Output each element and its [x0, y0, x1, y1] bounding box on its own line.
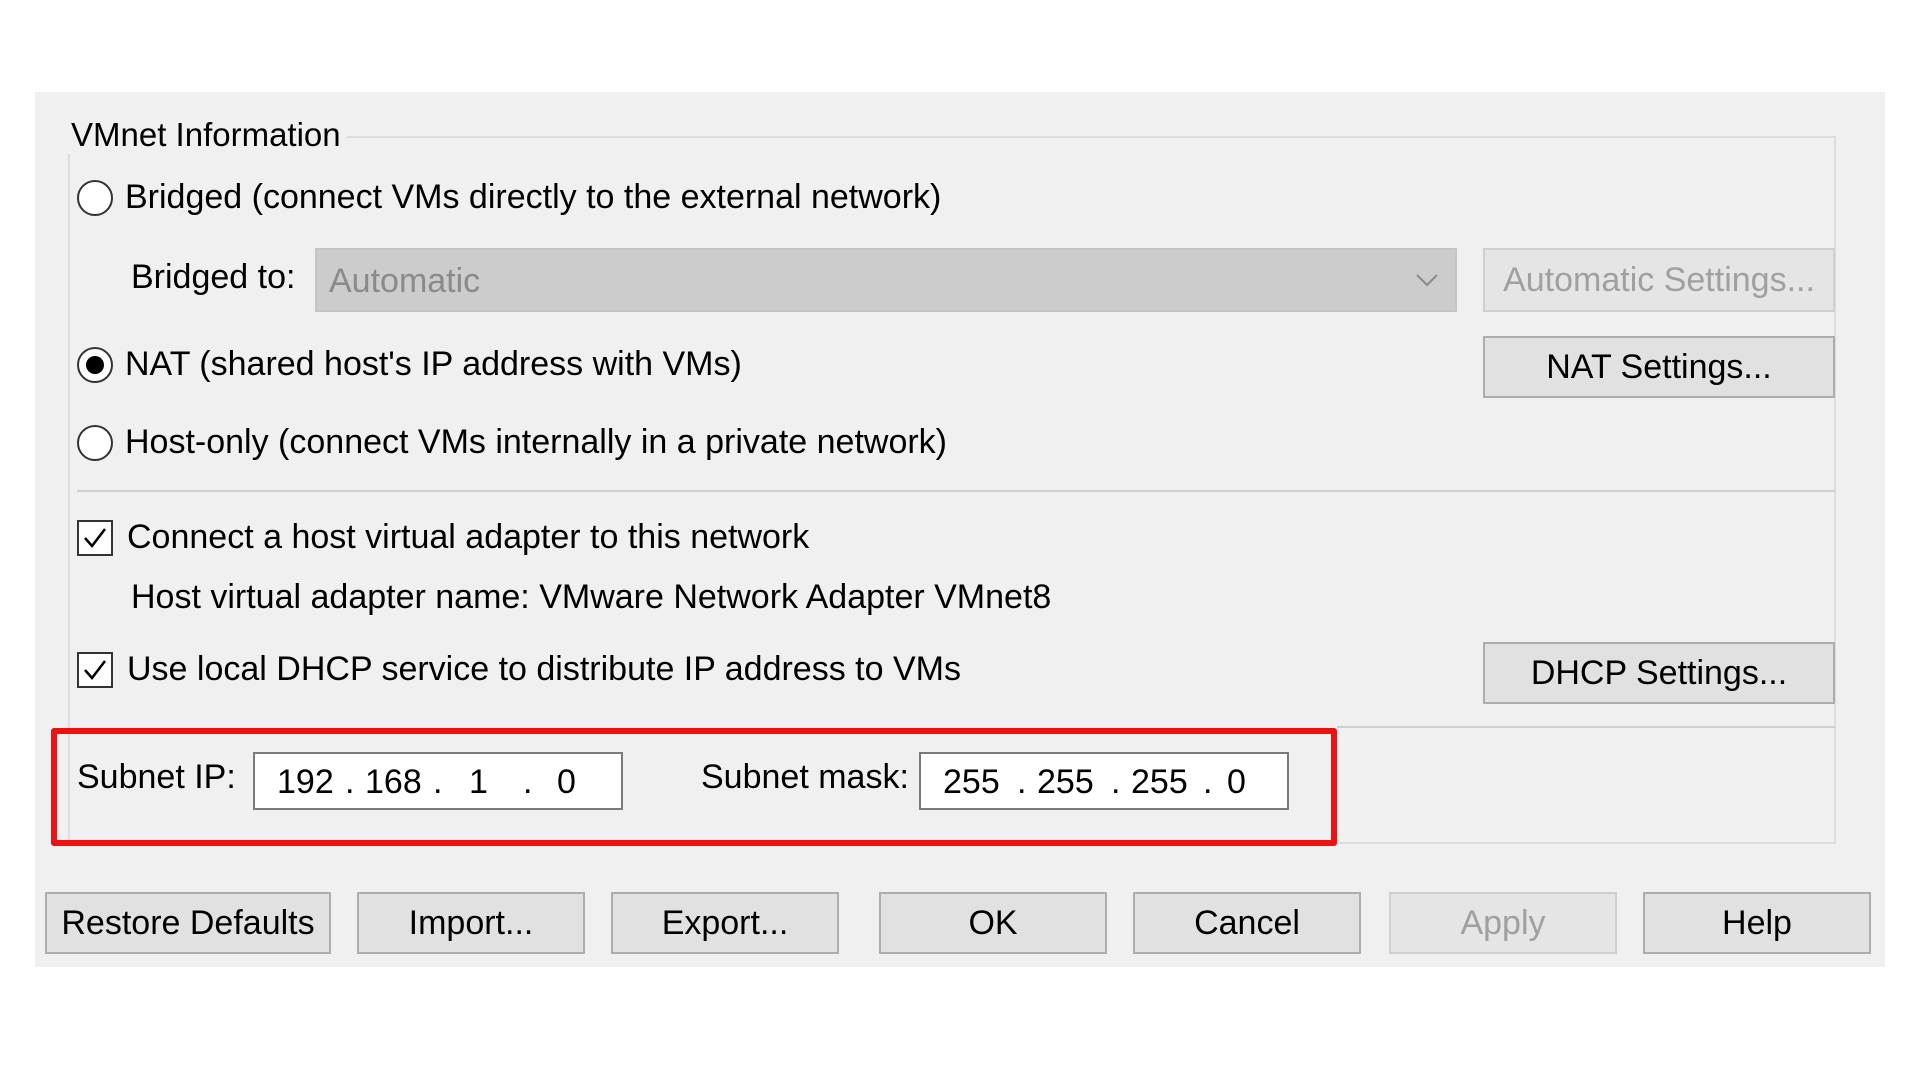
help-button[interactable]: Help	[1643, 892, 1871, 954]
restore-defaults-button[interactable]: Restore Defaults	[45, 892, 331, 954]
bridged-label[interactable]: Bridged (connect VMs directly to the ext…	[125, 178, 941, 217]
chevron-down-icon	[1413, 266, 1441, 299]
hostonly-label[interactable]: Host-only (connect VMs internally in a p…	[125, 423, 947, 462]
virtual-network-editor-dialog: VMnet Information Bridged (connect VMs d…	[35, 92, 1885, 967]
nat-settings-button[interactable]: NAT Settings...	[1483, 336, 1835, 398]
connect-adapter-checkbox[interactable]	[77, 520, 113, 556]
separator	[1337, 726, 1835, 728]
bridged-to-value: Automatic	[329, 262, 481, 300]
export-button[interactable]: Export...	[611, 892, 839, 954]
dhcp-checkbox[interactable]	[77, 652, 113, 688]
nat-label[interactable]: NAT (shared host's IP address with VMs)	[125, 345, 742, 384]
dhcp-settings-button[interactable]: DHCP Settings...	[1483, 642, 1835, 704]
cancel-button[interactable]: Cancel	[1133, 892, 1361, 954]
bridged-to-label: Bridged to:	[131, 258, 296, 296]
apply-button[interactable]: Apply	[1389, 892, 1617, 954]
hostonly-radio[interactable]	[77, 425, 113, 461]
ok-button[interactable]: OK	[879, 892, 1107, 954]
adapter-name-text: Host virtual adapter name: VMware Networ…	[131, 578, 1052, 616]
bridged-to-select[interactable]: Automatic	[315, 248, 1457, 312]
group-legend: VMnet Information	[65, 116, 347, 154]
bridged-radio[interactable]	[77, 180, 113, 216]
automatic-settings-button[interactable]: Automatic Settings...	[1483, 248, 1835, 312]
connect-adapter-label[interactable]: Connect a host virtual adapter to this n…	[127, 518, 809, 557]
separator	[77, 490, 1835, 492]
subnet-highlight-box	[51, 728, 1337, 846]
import-button[interactable]: Import...	[357, 892, 585, 954]
dhcp-label[interactable]: Use local DHCP service to distribute IP …	[127, 650, 961, 689]
nat-radio[interactable]	[77, 347, 113, 383]
